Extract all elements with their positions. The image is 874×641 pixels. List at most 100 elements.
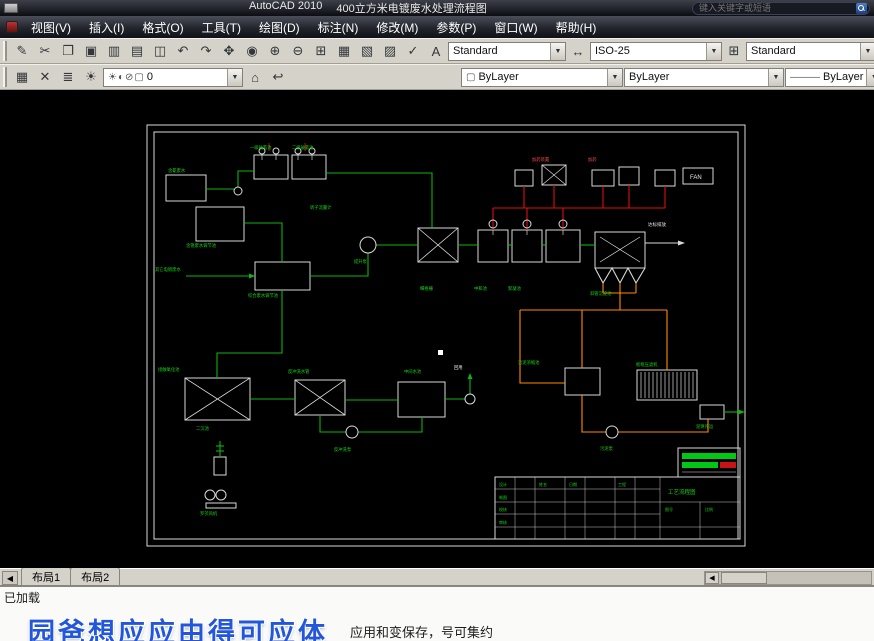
redo-icon[interactable]: ↷: [195, 40, 217, 62]
command-area[interactable]: 已加载 园爸想应应由得可应体 应用和变保存，号可集约: [0, 585, 874, 641]
layout-tab[interactable]: 布局1: [21, 567, 72, 585]
chevron-down-icon[interactable]: ▼: [227, 68, 242, 86]
plot-preview-icon[interactable]: ◫: [149, 40, 171, 62]
linetype-combo[interactable]: ByLayer ▼: [624, 67, 784, 87]
menu-item[interactable]: 绘图(D): [250, 16, 309, 39]
dim-style-icon[interactable]: ↔: [567, 40, 589, 62]
menu-item[interactable]: 视图(V): [22, 16, 80, 39]
dim-style-combo[interactable]: ISO-25 ▼: [590, 41, 722, 61]
svg-text:二级破氰池: 二级破氰池: [292, 144, 314, 151]
svg-text:校核: 校核: [499, 506, 507, 512]
layer-on-icon: ☀: [108, 71, 117, 83]
chevron-down-icon[interactable]: ▼: [860, 42, 874, 60]
match-properties-icon[interactable]: ▥: [103, 40, 125, 62]
svg-text:含铬废水调节池: 含铬废水调节池: [186, 242, 217, 249]
menu-item[interactable]: 工具(T): [193, 16, 250, 39]
table-style-value: Standard: [751, 45, 796, 57]
table-style-combo[interactable]: Standard ▼: [746, 41, 874, 61]
grid-icon[interactable]: ▦: [11, 66, 33, 88]
svg-text:加药: 加药: [588, 156, 597, 163]
search-input[interactable]: [695, 3, 856, 13]
layer-tools-icons: ⌂ ↩: [244, 66, 289, 88]
color-combo[interactable]: ▢ ByLayer ▼: [461, 67, 623, 87]
layer-states-icon[interactable]: ☀: [80, 66, 102, 88]
zoom-window-icon[interactable]: ⊕: [264, 40, 286, 62]
toolbar-standard: ✎ ✂ ❐ ▣ ▥ ▤ ◫ ↶ ↷ ✥ ◉ ⊕ ⊖ ⊞ ▦ ▧ ▨ ✓ A Standard ▼ ↔ ISO-25…: [0, 38, 874, 64]
layer-previous-icon[interactable]: ↩: [267, 66, 289, 88]
menu-item[interactable]: 标注(N): [309, 16, 368, 39]
svg-text:中间水池: 中间水池: [404, 368, 422, 375]
svg-text:比例: 比例: [705, 506, 713, 512]
svg-text:其它电镀废水: 其它电镀废水: [155, 266, 181, 273]
text-style-combo[interactable]: Standard ▼: [448, 41, 566, 61]
zoom-previous-icon[interactable]: ⊖: [287, 40, 309, 62]
printer-icon[interactable]: [4, 3, 18, 13]
copy-icon[interactable]: ❐: [57, 40, 79, 62]
svg-text:日期: 日期: [569, 481, 577, 487]
menu-item[interactable]: 修改(M): [367, 16, 427, 39]
markup-icon[interactable]: ✓: [402, 40, 424, 62]
make-current-icon[interactable]: ⌂: [244, 66, 266, 88]
layer-freeze-icon: ◐: [117, 71, 125, 83]
table-style-icon[interactable]: ⊞: [723, 40, 745, 62]
menubar: 视图(V) 插入(I) 格式(O) 工具(T) 绘图(D) 标注(N) 修改(M) 参数(P)…: [0, 16, 874, 38]
svg-text:中和池: 中和池: [474, 285, 488, 292]
menu-item[interactable]: 格式(O): [133, 16, 192, 39]
scroll-left-icon[interactable]: ◀: [705, 572, 719, 584]
pan-icon[interactable]: ✥: [218, 40, 240, 62]
chevron-down-icon[interactable]: ▼: [706, 42, 721, 60]
svg-text:加药装置: 加药装置: [532, 156, 550, 163]
toolbar-grip[interactable]: [3, 67, 7, 87]
toolpalettes-icon[interactable]: ▨: [379, 40, 401, 62]
tab-nav-left-icon[interactable]: ◀: [2, 571, 18, 585]
scrollbar-thumb[interactable]: [721, 572, 767, 584]
menu-item[interactable]: 窗口(W): [485, 16, 546, 39]
paste-icon[interactable]: ▣: [80, 40, 102, 62]
layer-state-icons: ☀ ◐ ⊘ ▢: [108, 72, 144, 83]
color-swatch-icon: ▢: [466, 71, 476, 83]
text-style-icon[interactable]: A: [425, 40, 447, 62]
layer-combo[interactable]: ☀ ◐ ⊘ ▢ 0 ▼: [103, 67, 243, 87]
toolbar-grip[interactable]: [3, 41, 7, 61]
layout-tabbar: ◀ 布局1 布局2 ◀: [0, 567, 874, 585]
designcenter-icon[interactable]: ▧: [356, 40, 378, 62]
menu-item[interactable]: 参数(P): [427, 16, 485, 39]
horizontal-scrollbar[interactable]: ◀: [704, 571, 872, 585]
layer-properties-icon[interactable]: ≣: [57, 66, 79, 88]
zoom-extents-icon[interactable]: ⊞: [310, 40, 332, 62]
dim-style-value: ISO-25: [595, 45, 630, 57]
menu-app-icon[interactable]: [6, 21, 18, 33]
menu-item[interactable]: 插入(I): [80, 16, 133, 39]
svg-text:污泥浓缩池: 污泥浓缩池: [518, 359, 540, 366]
app-title: AutoCAD 2010: [249, 0, 323, 12]
svg-text:斜管沉淀池: 斜管沉淀池: [590, 290, 612, 297]
layer-lock-icon: ⊘: [125, 71, 134, 83]
chevron-down-icon[interactable]: ▼: [607, 68, 622, 86]
chevron-down-icon[interactable]: ▼: [550, 42, 565, 60]
svg-text:提升泵: 提升泵: [354, 258, 368, 265]
svg-text:设计: 设计: [499, 481, 507, 487]
properties-icon[interactable]: ▦: [333, 40, 355, 62]
infocenter-search[interactable]: [692, 1, 870, 15]
svg-text:板框压滤机: 板框压滤机: [636, 361, 658, 368]
svg-text:泥饼外运: 泥饼外运: [696, 423, 714, 430]
lineweight-combo[interactable]: ——— ByLayer ▼: [785, 67, 874, 87]
command-line-text: 已加载: [4, 591, 41, 605]
svg-text:综合废水调节池: 综合废水调节池: [248, 292, 279, 299]
plot-icon[interactable]: ▤: [126, 40, 148, 62]
chevron-down-icon[interactable]: ▼: [768, 68, 783, 86]
chevron-down-icon[interactable]: ▼: [866, 68, 874, 86]
zoom-realtime-icon[interactable]: ◉: [241, 40, 263, 62]
svg-text:含氰废水: 含氰废水: [168, 167, 186, 174]
edit-icon[interactable]: ✎: [11, 40, 33, 62]
cut-icon[interactable]: ✂: [34, 40, 56, 62]
erase-icon[interactable]: ✕: [34, 66, 56, 88]
linetype-value: ByLayer: [629, 71, 670, 83]
layout-tab[interactable]: 布局2: [70, 567, 121, 585]
undo-icon[interactable]: ↶: [172, 40, 194, 62]
svg-text:审核: 审核: [499, 519, 507, 525]
text-style-value: Standard: [453, 45, 498, 57]
search-icon[interactable]: [856, 2, 867, 14]
drawing-canvas[interactable]: 含氰废水 含铬废水调节池 一级破氰池 二级破氰池 综合废水调节池 其它电镀废水 提升泵 细格栅…: [0, 90, 874, 568]
menu-item[interactable]: 帮助(H): [547, 16, 606, 39]
